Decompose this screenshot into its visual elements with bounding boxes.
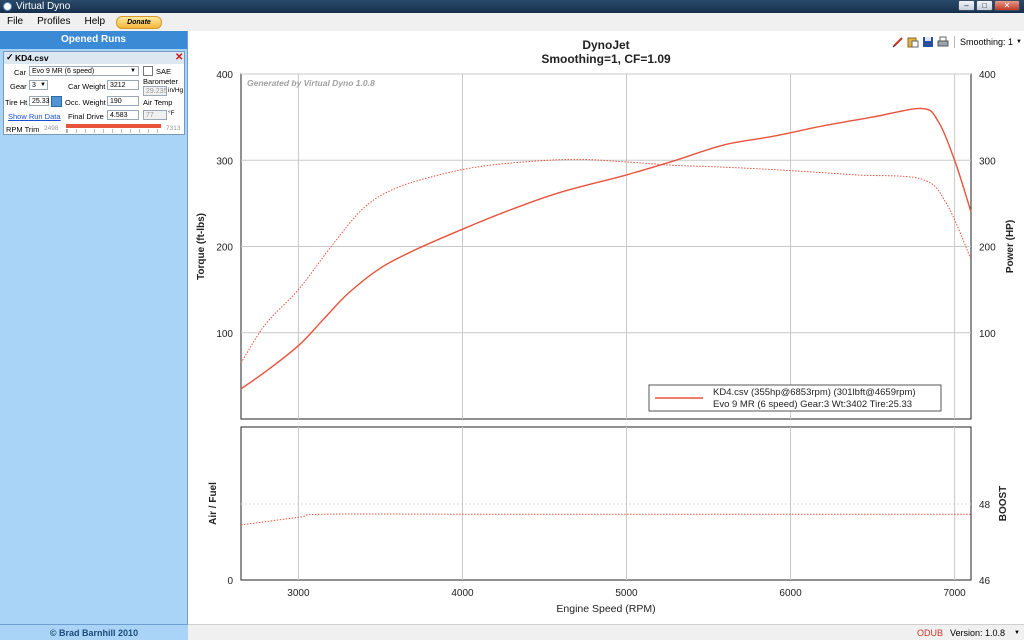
donate-button[interactable]: Donate [116,15,162,29]
car-weight-label: Car Weight [68,82,106,91]
rpm-trim-slider[interactable] [66,124,161,128]
odub-label: ODUB [917,628,944,638]
air-temp-unit: °F [168,110,175,117]
window-controls: – □ ✕ [958,0,1020,11]
chevron-down-icon: ▼ [40,82,46,88]
chevron-down-icon[interactable]: ▼ [1014,630,1020,636]
final-drive-label: Final Drive [68,112,104,121]
y2-axis-label: BOOST [998,486,1009,522]
rpm-trim-min: 2498 [44,125,59,132]
y2-axis-label: Power (HP) [1005,220,1016,273]
gear-value: 3 [32,82,36,89]
car-value: Evo 9 MR (6 speed) [32,68,95,75]
barometer-field[interactable]: 29.235 [143,86,167,96]
legend-entry: Evo 9 MR (6 speed) Gear:3 Wt:3402 Tire:2… [713,399,912,410]
checkmark-icon[interactable]: ✓ [6,52,14,63]
y-tick-label: 300 [216,156,233,167]
legend-entry: KD4.csv (355hp@6853rpm) (301lbft@4659rpm… [713,387,916,398]
copyright: © Brad Barnhill 2010 [0,624,188,640]
calculator-icon[interactable] [51,96,62,107]
air-fuel-plot: 3000 4000 5000 6000 7000 0 46 48 Air / Fuel BOOST… [208,426,1009,615]
y2-tick-label: 300 [979,156,996,167]
status-bar: ODUB Version: 1.0.8 ▼ [188,624,1024,640]
x-tick-label: 5000 [615,588,638,599]
y-axis-label: Torque (ft-lbs) [196,213,207,280]
show-run-data-link[interactable]: Show Run Data [8,112,61,121]
y-tick-label: 400 [216,70,233,81]
y-tick-label: 200 [216,243,233,254]
y-axis-label: Air / Fuel [208,482,219,525]
gear-select[interactable]: 3 ▼ [29,80,48,90]
final-drive-field[interactable]: 4.583 [107,110,139,120]
barometer-label: Barometer [143,77,179,86]
chart-subtitle: Smoothing=1, CF=1.09 [541,52,671,66]
rpm-trim-ticks [66,129,162,133]
gear-label: Gear [10,82,27,91]
rpm-trim-max: 7313 [166,125,181,132]
watermark: Generated by Virtual Dyno 1.0.8 [247,78,375,88]
version-dropdown[interactable]: Version: 1.0.8 [950,628,1005,638]
y2-tick-label: 400 [979,70,996,81]
menu-bar: File Profiles Help Donate [0,13,1024,32]
title-bar: Virtual Dyno – □ ✕ [0,0,1024,13]
chart-title: DynoJet [582,38,629,52]
y2-tick-label: 48 [979,500,991,511]
barometer-unit: in/Hg [168,87,184,94]
sidebar-title: Opened Runs [0,31,187,49]
run-panel: ✓ KD4.csv ✕ Car Evo 9 MR (6 speed) ▼ SAE… [3,51,185,135]
run-filename: KD4.csv [15,53,49,63]
sae-label: SAE [156,67,172,76]
chevron-down-icon: ▼ [130,68,136,74]
x-axis-label: Engine Speed (RPM) [556,603,655,615]
maximize-icon[interactable]: □ [976,0,993,11]
y-tick-label: 100 [216,329,233,340]
x-tick-label: 7000 [943,588,966,599]
dyno-chart: DynoJet Smoothing=1, CF=1.09 100 100 200 20… [196,38,1016,615]
occ-weight-label: Occ. Weight [65,98,106,107]
car-select[interactable]: Evo 9 MR (6 speed) ▼ [29,66,139,76]
sidebar: Opened Runs ✓ KD4.csv ✕ Car Evo 9 MR (6 … [0,31,188,624]
app-icon [3,2,12,11]
x-tick-label: 3000 [287,588,310,599]
minimize-icon[interactable]: – [958,0,975,11]
y-tick-label: 0 [227,576,233,587]
torque-power-plot: 100 100 200 200 300 300 400 400 Generated by Vir… [196,70,1016,420]
close-run-icon[interactable]: ✕ [175,52,183,63]
rpm-trim-label: RPM Trim [6,125,40,134]
x-tick-label: 4000 [451,588,474,599]
car-label: Car [14,68,27,77]
y2-tick-label: 200 [979,243,996,254]
car-weight-field[interactable]: 3212 [107,80,139,90]
sae-checkbox[interactable] [143,66,153,76]
tire-label: Tire Ht [5,98,28,107]
air-temp-field[interactable]: 77 [143,110,167,120]
menu-help[interactable]: Help [77,13,112,31]
air-temp-label: Air Temp [143,98,173,107]
x-tick-label: 6000 [779,588,802,599]
window-title: Virtual Dyno [16,1,71,12]
close-icon[interactable]: ✕ [994,0,1020,11]
menu-file[interactable]: File [0,13,30,31]
menu-profiles[interactable]: Profiles [30,13,77,31]
tire-field[interactable]: 25.33 [29,96,50,106]
occ-weight-field[interactable]: 190 [107,96,139,106]
y2-tick-label: 46 [979,576,991,587]
y2-tick-label: 100 [979,329,996,340]
